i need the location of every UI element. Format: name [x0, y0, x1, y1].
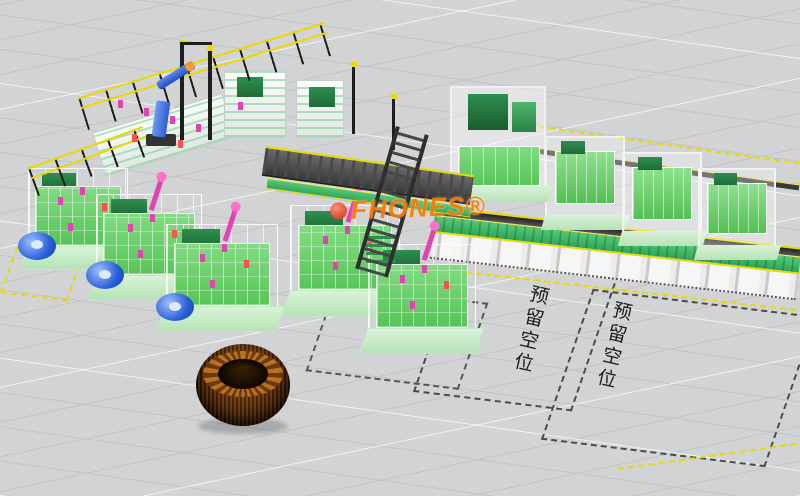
station-top-unit: [561, 141, 585, 154]
station-base: [617, 231, 706, 246]
stator-bore: [218, 359, 268, 389]
cad-viewport[interactable]: 预留空位 预留空位 FHONES®: [0, 0, 800, 496]
machine-station-3: [166, 224, 278, 332]
parts-indicators: [200, 254, 205, 262]
station-top-unit: [714, 173, 737, 186]
station-body: [632, 167, 693, 220]
rotary-table: [156, 293, 194, 321]
line-station-3: [698, 168, 776, 260]
station-base: [694, 245, 781, 260]
line-station-2: [622, 152, 702, 246]
station-body: [555, 151, 616, 204]
gantry-crossbar: [180, 42, 212, 45]
parts-indicators: [323, 236, 328, 244]
stator-workpiece: [196, 342, 290, 434]
machine-side-unit: [512, 102, 536, 132]
station-base: [540, 215, 629, 230]
watermark: FHONES®: [330, 190, 486, 226]
robot-arm: [136, 74, 200, 146]
workpiece-parts: [118, 100, 123, 108]
robot-lower-arm: [152, 100, 171, 138]
watermark-text: FHONES®: [350, 190, 485, 226]
parts-indicators: [400, 275, 405, 283]
line-station-1: [545, 136, 625, 230]
gantry-post: [208, 46, 212, 140]
station-body: [707, 183, 766, 235]
rotary-table: [18, 232, 56, 260]
watermark-logo-dot: [330, 202, 348, 220]
equipment-cabinet-2: [296, 80, 344, 138]
machine-head-unit: [468, 94, 508, 130]
gantry-post: [352, 62, 355, 134]
parts-indicators: [58, 197, 63, 205]
station-base: [358, 328, 483, 354]
station-top-unit: [638, 157, 662, 170]
parts-indicators: [128, 224, 133, 232]
station-body: [376, 264, 469, 328]
cabinet-top-unit: [309, 87, 335, 107]
